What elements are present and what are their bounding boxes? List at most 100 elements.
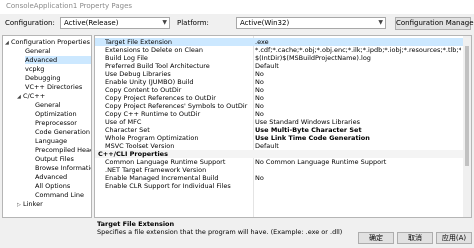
- tree-item-precompiled-headers[interactable]: Precompiled Head: [35, 146, 91, 154]
- table-row[interactable]: Whole Program Optimization Use Link Time …: [95, 134, 463, 142]
- configuration-bar: Configuration: Active(Release) ▼ Platfor…: [0, 14, 474, 33]
- table-row[interactable]: Extensions to Delete on Clean *.cdf;*.cac…: [95, 46, 463, 54]
- table-row[interactable]: Copy Project References' Symbols to OutD…: [95, 102, 463, 110]
- tree-item-debugging[interactable]: Debugging: [25, 74, 61, 82]
- tree-item-label: Command Line: [35, 191, 85, 199]
- property-name: MSVC Toolset Version: [105, 142, 175, 150]
- property-value[interactable]: No: [255, 94, 461, 102]
- vertical-scrollbar[interactable]: [463, 36, 471, 217]
- platform-dropdown[interactable]: Active(Win32) ▼: [236, 17, 386, 29]
- property-value[interactable]: No: [255, 174, 461, 182]
- tree-item-general[interactable]: General: [25, 47, 51, 55]
- table-row[interactable]: Character Set Use Multi-Byte Character Se…: [95, 126, 463, 134]
- tree-item-code-generation[interactable]: Code Generation: [35, 128, 90, 136]
- property-name: Copy Project References to OutDir: [105, 94, 216, 102]
- table-row[interactable]: Copy Project References to OutDir No: [95, 94, 463, 102]
- tree-item-label: Debugging: [25, 74, 61, 82]
- tree-item-command-line[interactable]: Command Line: [35, 191, 84, 199]
- property-value[interactable]: Use Link Time Code Generation: [255, 134, 461, 142]
- tree-item-preprocessor[interactable]: Preprocessor: [35, 119, 77, 127]
- property-grid: Target File Extension .exe Extensions to …: [94, 35, 472, 218]
- table-row[interactable]: Use Debug Libraries No: [95, 70, 463, 78]
- chevron-down-icon: ▼: [378, 19, 383, 26]
- tree-item-cpp-general[interactable]: General: [35, 101, 61, 109]
- property-value[interactable]: $(IntDir)$(MSBuildProjectName).log: [255, 54, 461, 62]
- configuration-value: Active(Release): [64, 19, 119, 27]
- tree-item-label: Linker: [23, 200, 43, 208]
- section-label: C++/CLI Properties: [98, 150, 168, 158]
- property-value[interactable]: .exe: [255, 38, 461, 46]
- property-pages-window: ConsoleApplication1 Property Pages Confi…: [0, 0, 474, 248]
- tree-item-advanced[interactable]: Advanced: [25, 56, 91, 64]
- description-title: Target File Extension: [97, 220, 175, 228]
- tree-item-output-files[interactable]: Output Files: [35, 155, 74, 163]
- property-value[interactable]: *.cdf;*.cache;*.obj;*.obj.enc;*.ilk;*.ip…: [255, 46, 461, 54]
- apply-button[interactable]: 应用(A): [436, 232, 472, 244]
- property-value[interactable]: No Common Language Runtime Support: [255, 158, 461, 166]
- window-title: ConsoleApplication1 Property Pages: [6, 2, 133, 10]
- tree-item-label: Output Files: [35, 155, 74, 163]
- cancel-button[interactable]: 取消: [397, 232, 433, 244]
- property-name: Enable CLR Support for Individual Files: [105, 182, 231, 190]
- tree-item-browse-information[interactable]: Browse Informatio: [35, 164, 92, 172]
- tree-item-vc-directories[interactable]: VC++ Directories: [25, 83, 82, 91]
- description-text: Specifies a file extension that the prog…: [97, 228, 343, 236]
- table-row[interactable]: .NET Target Framework Version: [95, 166, 463, 174]
- configuration-manager-button[interactable]: Configuration Manager...: [395, 17, 474, 30]
- table-row[interactable]: Preferred Build Tool Architecture Default: [95, 62, 463, 70]
- tree-item-language[interactable]: Language: [35, 137, 67, 145]
- tree-item-label: General: [25, 47, 51, 55]
- platform-label: Platform:: [177, 19, 209, 27]
- table-row[interactable]: Copy Content to OutDir No: [95, 86, 463, 94]
- configuration-label: Configuration:: [5, 19, 55, 27]
- property-name: Whole Program Optimization: [105, 134, 199, 142]
- property-value[interactable]: Default: [255, 142, 461, 150]
- table-row[interactable]: Target File Extension .exe: [95, 38, 463, 46]
- property-name: Copy C++ Runtime to OutDir: [105, 110, 201, 118]
- tree-item-label: Configuration Properties: [11, 38, 90, 46]
- tree-item-vcpkg[interactable]: vcpkg: [25, 65, 44, 73]
- tree-item-c-cpp[interactable]: ◢ C/C++: [17, 92, 45, 100]
- property-value[interactable]: Use Multi-Byte Character Set: [255, 126, 461, 134]
- title-bar: ConsoleApplication1 Property Pages: [0, 0, 474, 14]
- property-name: Use Debug Libraries: [105, 70, 171, 78]
- tree-item-label: C/C++: [23, 92, 46, 100]
- tree-item-linker[interactable]: ▷ Linker: [17, 200, 43, 208]
- property-name: Build Log File: [105, 54, 148, 62]
- tree-item-label: All Options: [35, 182, 71, 190]
- property-value[interactable]: No: [255, 70, 461, 78]
- tree-item-optimization[interactable]: Optimization: [35, 110, 77, 118]
- chevron-down-icon: ▼: [162, 19, 167, 26]
- table-row[interactable]: Enable CLR Support for Individual Files: [95, 182, 463, 190]
- tree-item-cpp-advanced[interactable]: Advanced: [35, 173, 67, 181]
- tree-item-label: General: [35, 101, 61, 109]
- table-row[interactable]: Common Language Runtime Support No Common…: [95, 158, 463, 166]
- property-name: .NET Target Framework Version: [105, 166, 207, 174]
- property-value[interactable]: No: [255, 78, 461, 86]
- property-name: Use of MFC: [105, 118, 142, 126]
- table-row[interactable]: Copy C++ Runtime to OutDir No: [95, 110, 463, 118]
- property-value[interactable]: No: [255, 86, 461, 94]
- table-row[interactable]: Use of MFC Use Standard Windows Libraries: [95, 118, 463, 126]
- property-value[interactable]: Default: [255, 62, 461, 70]
- property-value[interactable]: Use Standard Windows Libraries: [255, 118, 461, 126]
- table-row[interactable]: Enable Managed Incremental Build No: [95, 174, 463, 182]
- section-header[interactable]: C++/CLI Properties: [95, 150, 463, 158]
- table-row[interactable]: Enable Unity (JUMBO) Build No: [95, 78, 463, 86]
- property-tree: ◢ Configuration Properties General Advanc…: [2, 35, 92, 218]
- table-row[interactable]: Build Log File $(IntDir)$(MSBuildProjectN…: [95, 54, 463, 62]
- platform-value: Active(Win32): [240, 19, 290, 27]
- ok-button[interactable]: 确定: [358, 232, 394, 244]
- property-value[interactable]: No: [255, 110, 461, 118]
- table-row[interactable]: MSVC Toolset Version Default: [95, 142, 463, 150]
- property-value[interactable]: No: [255, 102, 461, 110]
- tree-item-all-options[interactable]: All Options: [35, 182, 70, 190]
- tree-item-label: Advanced: [25, 56, 58, 64]
- tree-item-configuration-properties[interactable]: ◢ Configuration Properties: [5, 38, 90, 46]
- tree-item-label: Browse Informatio: [35, 164, 92, 172]
- tree-item-label: vcpkg: [25, 65, 45, 73]
- tree-item-label: VC++ Directories: [25, 83, 83, 91]
- scrollbar-thumb[interactable]: [465, 46, 469, 166]
- tree-item-label: Code Generation: [35, 128, 90, 136]
- configuration-dropdown[interactable]: Active(Release) ▼: [60, 17, 170, 29]
